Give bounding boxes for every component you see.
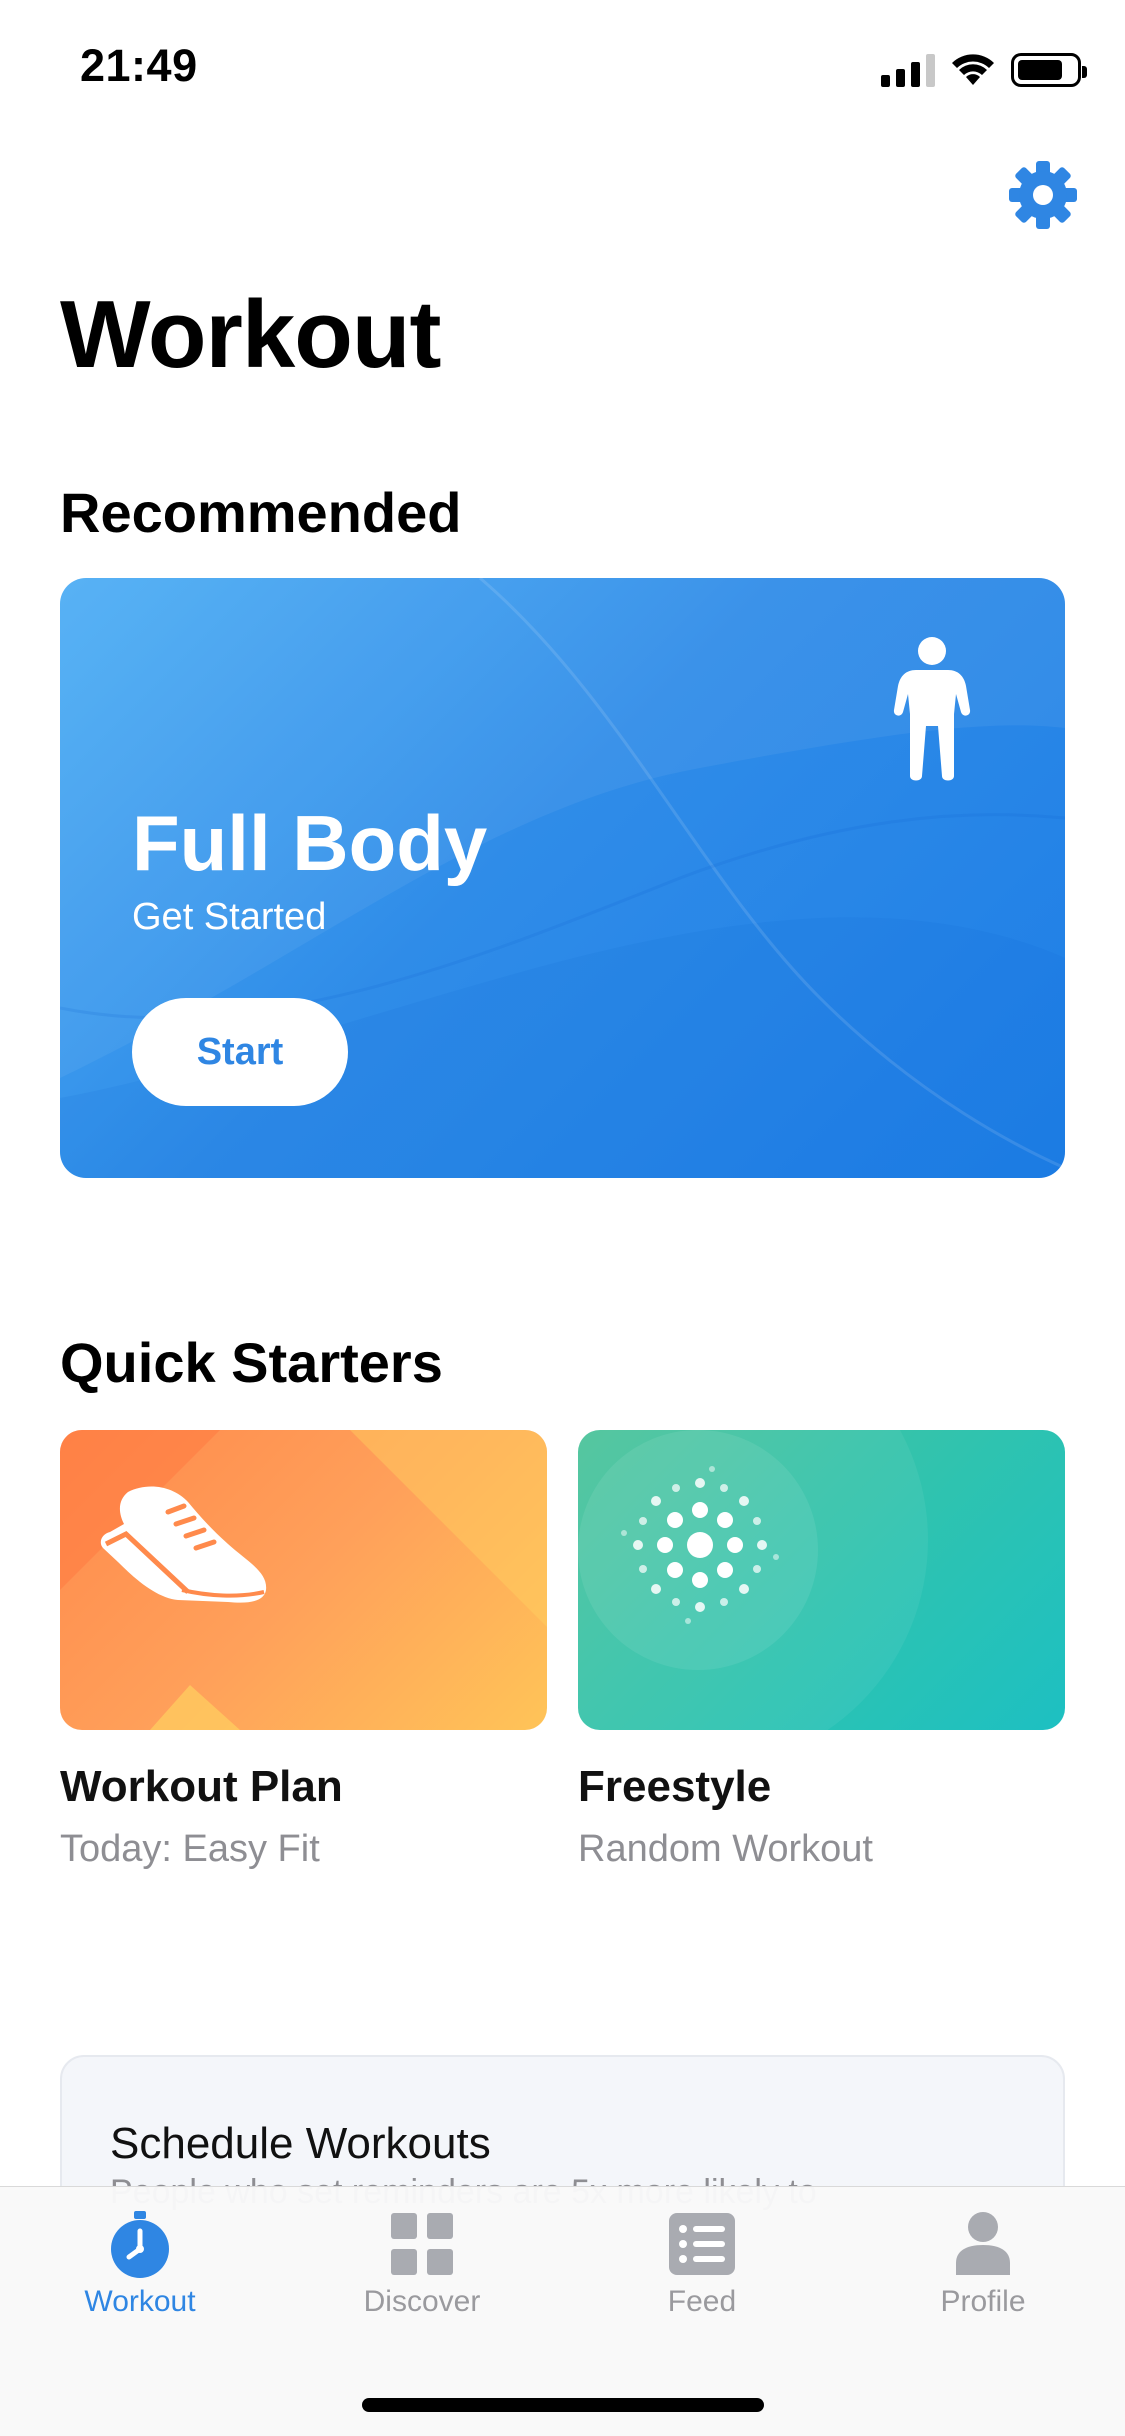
workout-plan-subtitle: Today: Easy Fit [60,1828,320,1870]
stopwatch-icon [111,2211,169,2278]
page-title: Workout [60,281,442,388]
recommended-card-full-body[interactable]: Full Body Get Started Start [60,578,1065,1178]
wifi-icon [952,54,994,85]
cellular-signal-icon [881,53,935,87]
person-icon [956,2212,1010,2275]
sneaker-icon [100,1486,267,1603]
home-indicator [362,2398,764,2412]
start-button[interactable]: Start [132,998,348,1106]
tab-label: Profile [940,2285,1026,2318]
tab-workout[interactable]: Workout [40,2209,240,2329]
workout-plan-title: Workout Plan [60,1762,343,1811]
quick-starters-section-title: Quick Starters [60,1331,443,1394]
dots-burst-icon [621,1466,779,1624]
freestyle-subtitle: Random Workout [578,1828,873,1870]
tab-label: Discover [363,2285,481,2318]
card-subtitle: Get Started [132,896,327,938]
schedule-title: Schedule Workouts [110,2119,491,2168]
card-title: Full Body [132,799,488,887]
status-bar: 21:49 [0,0,1125,135]
tab-label: Workout [84,2285,196,2318]
tab-profile[interactable]: Profile [883,2209,1083,2329]
grid-icon [391,2213,453,2275]
tab-label: Feed [667,2285,737,2318]
recommended-section-title: Recommended [60,481,462,544]
workout-plan-card[interactable] [60,1430,547,1730]
freestyle-card[interactable] [578,1430,1065,1730]
status-icons [881,50,1087,90]
battery-icon [1011,53,1087,87]
list-icon [669,2213,735,2275]
status-time: 21:49 [80,40,198,91]
tab-discover[interactable]: Discover [322,2209,522,2329]
standing-person-icon [893,637,971,781]
workout-screen: 21:49 Workout Recommended Full Body Get … [0,0,1125,2436]
settings-gear-icon[interactable] [1008,160,1078,230]
tab-feed[interactable]: Feed [602,2209,802,2329]
freestyle-title: Freestyle [578,1762,772,1811]
